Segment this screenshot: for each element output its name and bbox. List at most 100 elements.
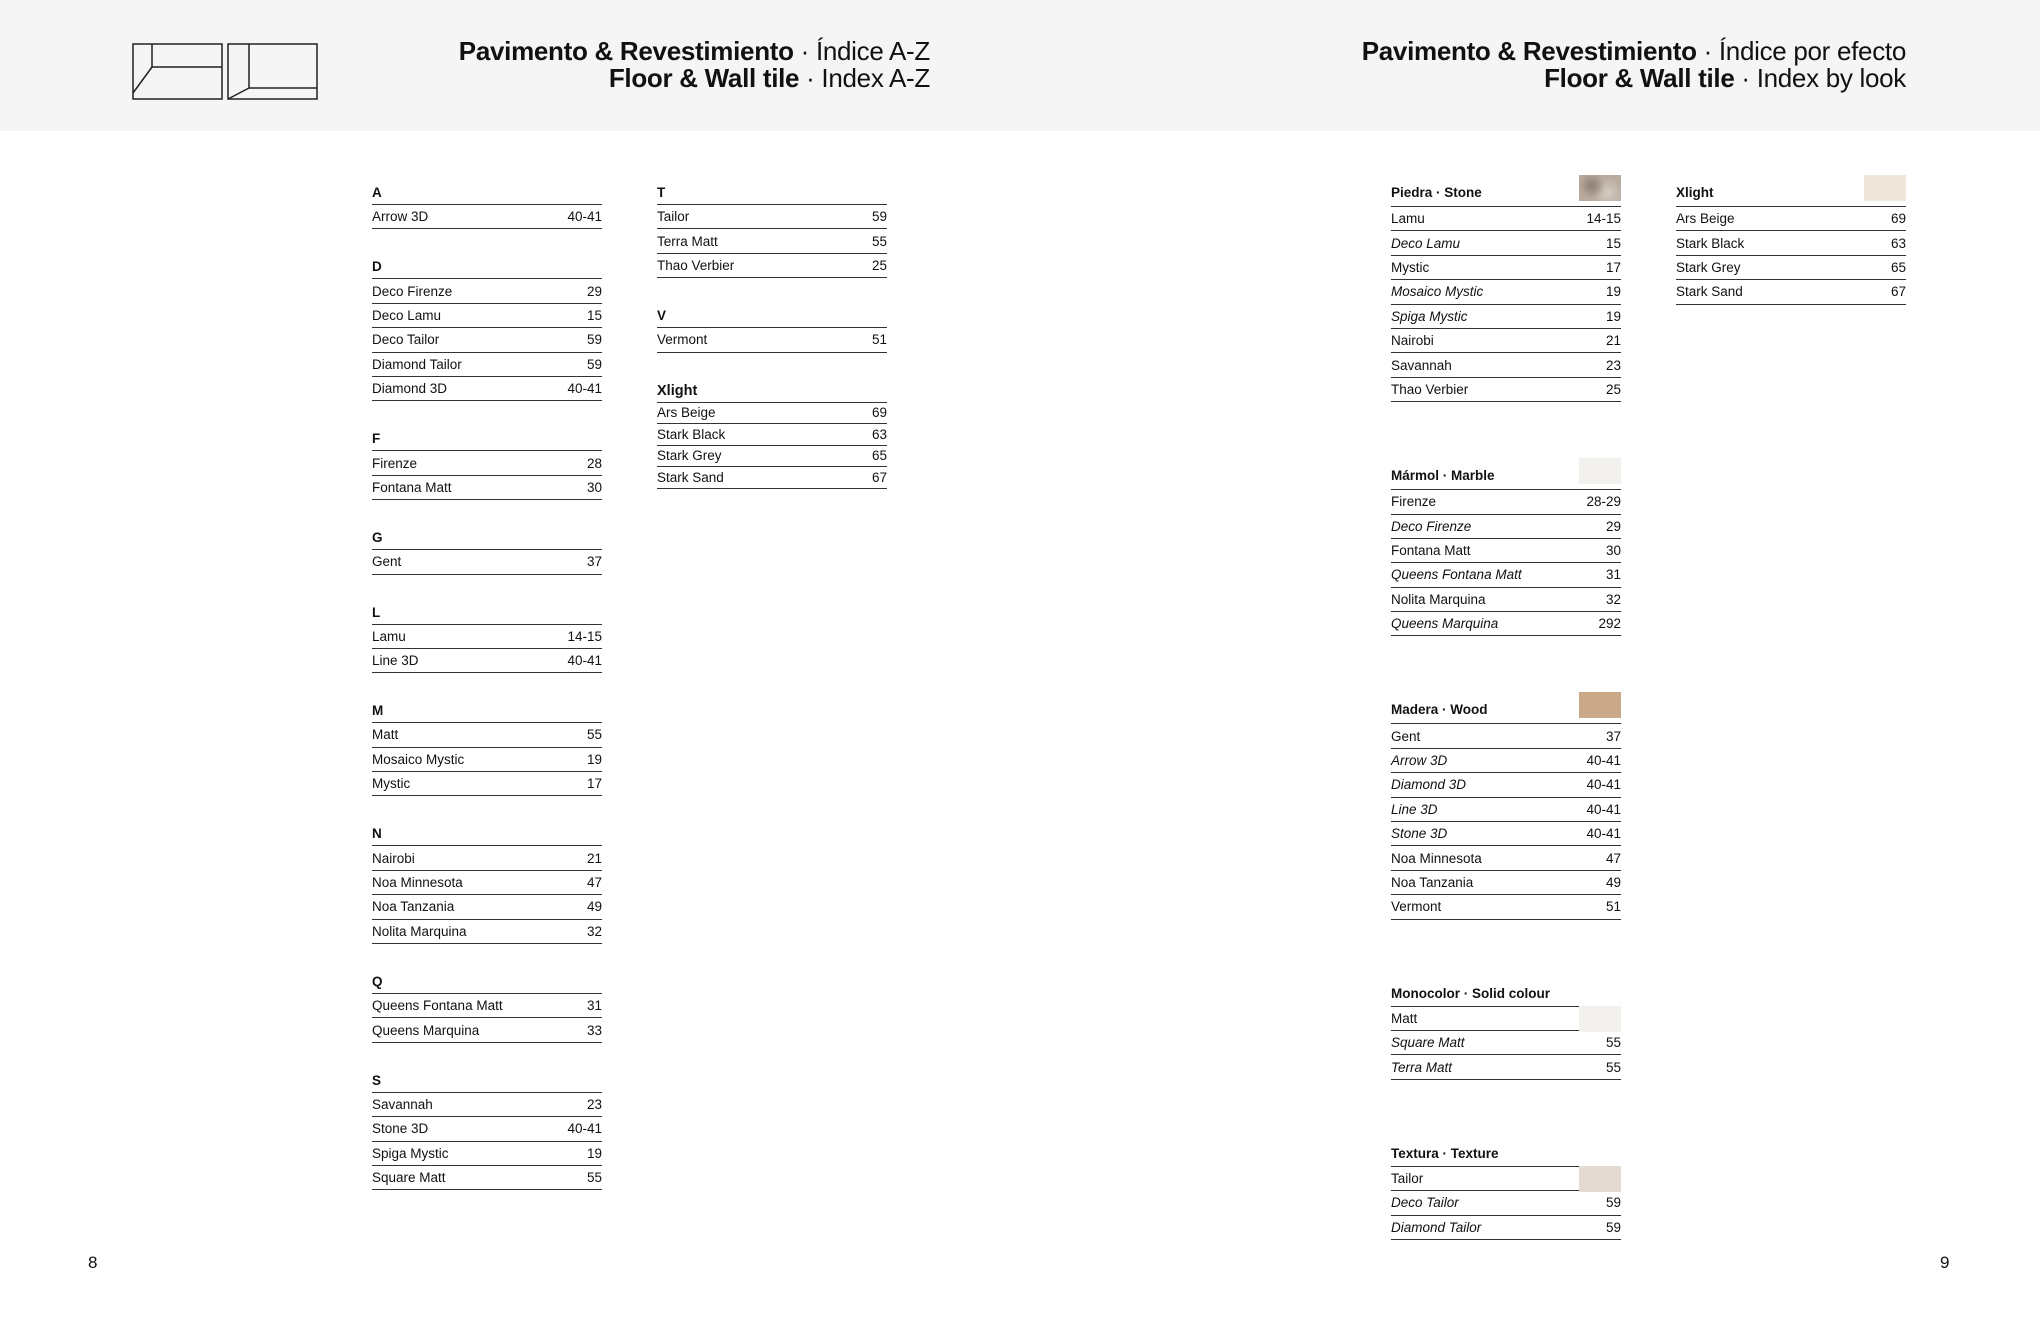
entry-name: Stark Grey	[657, 448, 722, 464]
entry-page: 32	[1605, 591, 1621, 607]
look-swatch-image	[1579, 1165, 1621, 1192]
section-letter: L	[372, 600, 602, 625]
entry-page: 31	[1605, 567, 1621, 583]
entry-name: Thao Verbier	[657, 257, 735, 273]
index-section: Q Queens Fontana Matt 31 Queens Marquina 33	[372, 969, 602, 1043]
entry-page: 55	[1605, 1035, 1621, 1051]
look-title: Mármol · Marble	[1391, 458, 1621, 491]
index-section: N Nairobi 21 Noa Minnesota 47 Noa Tanzania 49 N…	[372, 821, 602, 945]
index-entry: Ars Beige 69	[657, 403, 887, 425]
entry-name: Deco Lamu	[1391, 235, 1461, 251]
entry-name: Arrow 3D	[1391, 753, 1448, 769]
look-title-text: Piedra · Stone	[1391, 185, 1482, 200]
look-entry: Savannah 23	[1391, 353, 1621, 378]
look-entry: Deco Lamu 15	[1391, 231, 1621, 256]
look-title-text: Textura · Texture	[1391, 1145, 1499, 1161]
entry-name: Fontana Matt	[372, 479, 452, 495]
look-swatch-image	[1579, 692, 1621, 719]
index-entry: Queens Fontana Matt 31	[372, 994, 602, 1019]
look-entry: Stark Black 63	[1676, 231, 1906, 256]
look-entry: Queens Marquina 292	[1391, 612, 1621, 637]
entry-name: Lamu	[1391, 211, 1425, 227]
look-entry: Ars Beige 69	[1676, 207, 1906, 232]
index-entry: Thao Verbier 25	[657, 254, 887, 279]
look-entry: Stark Sand 67	[1676, 280, 1906, 305]
entry-name: Noa Minnesota	[372, 875, 463, 891]
entry-page: 28-29	[1586, 494, 1621, 510]
section-letter: V	[657, 303, 887, 329]
entry-name: Stone 3D	[1391, 826, 1448, 842]
entry-name: Nolita Marquina	[372, 923, 467, 939]
index-section: V Vermont 51	[657, 303, 887, 353]
entry-name: Stark Sand	[657, 469, 724, 485]
look-index-column-1: Piedra · Stone Lamu 14-15 Deco Lamu 15 Mystic…	[1391, 175, 1621, 1301]
look-title: Monocolor · Solid colour	[1391, 981, 1621, 1032]
look-entry: Nolita Marquina 32	[1391, 588, 1621, 613]
entry-page: 30	[1605, 543, 1621, 559]
entry-page: 55	[586, 1170, 602, 1186]
index-section: A Arrow 3D 40-41	[372, 180, 602, 230]
look-entry: Terra Matt 55	[1391, 1055, 1621, 1080]
entry-name: Matt	[372, 727, 399, 743]
entry-page: 63	[1890, 235, 1906, 251]
entry-name: Diamond 3D	[372, 381, 448, 397]
index-entry: Nairobi 21	[372, 846, 602, 871]
index-entry: Noa Tanzania 49	[372, 895, 602, 920]
entry-page: 19	[1605, 284, 1621, 300]
entry-page: 21	[1605, 333, 1621, 349]
index-entry: Savannah 23	[372, 1093, 602, 1118]
entry-page: 37	[1605, 728, 1621, 744]
entry-name: Terra Matt	[657, 233, 718, 249]
entry-page: 40-41	[567, 653, 602, 669]
entry-name: Tailor	[1391, 1170, 1424, 1186]
look-entry: Thao Verbier 25	[1391, 378, 1621, 403]
entry-name: Vermont	[657, 332, 708, 348]
entry-page: 19	[1605, 308, 1621, 324]
look-title: Xlight	[1676, 175, 1906, 207]
look-title-text: Mármol · Marble	[1391, 468, 1495, 484]
entry-name: Queens Fontana Matt	[372, 998, 503, 1014]
index-entry: Mystic 17	[372, 772, 602, 797]
entry-name: Queens Fontana Matt	[1391, 567, 1522, 583]
look-swatch-image	[1579, 1005, 1621, 1032]
entry-page: 33	[586, 1022, 602, 1038]
entry-name: Mystic	[372, 776, 411, 792]
look-title: Madera · Wood	[1391, 692, 1621, 725]
entry-page: 31	[586, 998, 602, 1014]
page-title-look: Pavimento & Revestimiento · Índice por e…	[1361, 36, 1907, 93]
index-entry: Noa Minnesota 47	[372, 871, 602, 896]
entry-page: 14-15	[1586, 211, 1621, 227]
index-entry: Line 3D 40-41	[372, 649, 602, 674]
entry-name: Line 3D	[1391, 801, 1438, 817]
entry-page: 23	[1605, 357, 1621, 373]
page-number-left: 8	[88, 1253, 98, 1272]
entry-page: 40-41	[1586, 753, 1621, 769]
index-entry: Deco Lamu 15	[372, 304, 602, 329]
section-letter: Q	[372, 969, 602, 995]
entry-page: 59	[586, 356, 602, 372]
entry-page: 59	[871, 209, 887, 225]
entry-page: 67	[871, 469, 887, 485]
entry-name: Deco Firenze	[1391, 518, 1472, 534]
entry-page: 49	[1605, 875, 1621, 890]
look-entry: Noa Minnesota 47	[1391, 846, 1621, 871]
page-number-right: 9	[1940, 1253, 1950, 1272]
entry-page: 40-41	[1586, 777, 1621, 793]
look-section: Madera · Wood Gent 37 Arrow 3D 40-41 Diamond …	[1391, 692, 1621, 920]
index-entry: Arrow 3D 40-41	[372, 205, 602, 230]
look-entry: Mystic 17	[1391, 256, 1621, 281]
entry-name: Nolita Marquina	[1391, 591, 1486, 607]
look-section: Xlight Ars Beige 69 Stark Black 63 Stark Grey…	[1676, 175, 1906, 305]
entry-name: Lamu	[372, 628, 406, 644]
entry-name: Arrow 3D	[372, 209, 429, 225]
entry-name: Diamond Tailor	[1391, 1219, 1482, 1235]
look-entry: Stone 3D 40-41	[1391, 822, 1621, 847]
index-entry: Matt 55	[372, 723, 602, 748]
entry-name: Deco Tailor	[372, 332, 440, 348]
index-entry: Stark Black 63	[657, 424, 887, 446]
entry-name: Savannah	[1391, 357, 1452, 373]
entry-name: Diamond Tailor	[372, 356, 462, 372]
entry-page: 55	[586, 727, 602, 743]
entry-page: 21	[586, 850, 602, 866]
look-swatch-image	[1579, 458, 1621, 485]
